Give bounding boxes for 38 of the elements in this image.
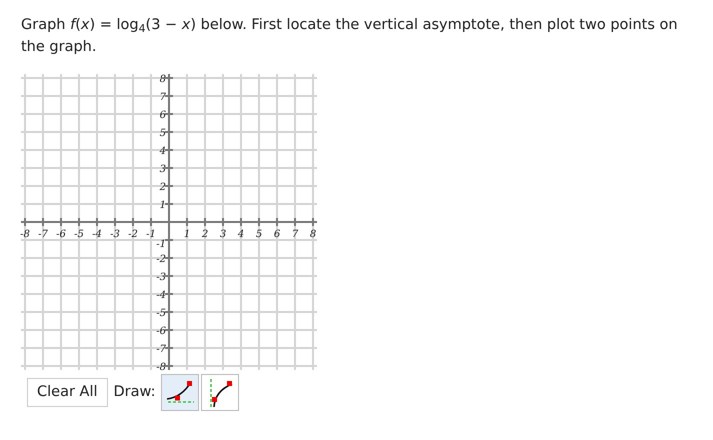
axis-label: 6	[274, 229, 280, 240]
axis-label: 2	[202, 229, 208, 240]
axis-label: -1	[156, 239, 166, 250]
axis-label: -4	[92, 229, 102, 240]
axis-label: -8	[156, 362, 166, 373]
axis-label: -5	[156, 308, 166, 319]
axis-label: 3	[220, 229, 226, 240]
axis-label: 8	[310, 229, 316, 240]
axis-label: 3	[160, 164, 166, 175]
axis-label: -7	[156, 344, 166, 355]
draw-label: Draw:	[114, 382, 156, 402]
axis-label: -3	[110, 229, 120, 240]
axis-label: 1	[160, 200, 166, 211]
axis-label: -8	[20, 229, 30, 240]
axis-label: 5	[256, 229, 262, 240]
axis-label: -4	[156, 290, 166, 301]
axis-label: -3	[156, 272, 166, 283]
log-curve-tool[interactable]	[201, 374, 240, 411]
axis-label: 7	[292, 229, 298, 240]
question-text: Graph f(x) = log$_{4}$(3 − x) below. First locate the vertical asymptote, then plot two points on the graph.	[20, 16, 679, 57]
axis-label: 7	[160, 92, 166, 103]
axis-label: -2	[156, 254, 166, 265]
axis-label: -7	[38, 229, 48, 240]
axis-label: 1	[184, 229, 190, 240]
axis-label: 8	[160, 74, 166, 85]
axis-label: 4	[160, 146, 166, 157]
axis-label: -1	[146, 229, 156, 240]
axis-label: 4	[238, 229, 244, 240]
axis-label: -2	[128, 229, 138, 240]
axis-label: 6	[160, 110, 166, 121]
axis-label: -6	[56, 229, 66, 240]
graph-plane[interactable]: -8 -7 -6 -5 -4 -3 -2 -1 1 2 3 4 5 6 7 8 8 7 6 5 4 3 2 1 -1 -2 -3 -4 -5 -6 -7 -8	[17, 70, 321, 374]
exp-curve-tool[interactable]	[161, 374, 200, 411]
axis-label: 2	[160, 182, 166, 193]
axis-label: -6	[156, 326, 166, 337]
axis-label: 5	[160, 128, 166, 139]
clear-all-button[interactable]: Clear All	[27, 378, 108, 408]
axis-label: -5	[74, 229, 84, 240]
